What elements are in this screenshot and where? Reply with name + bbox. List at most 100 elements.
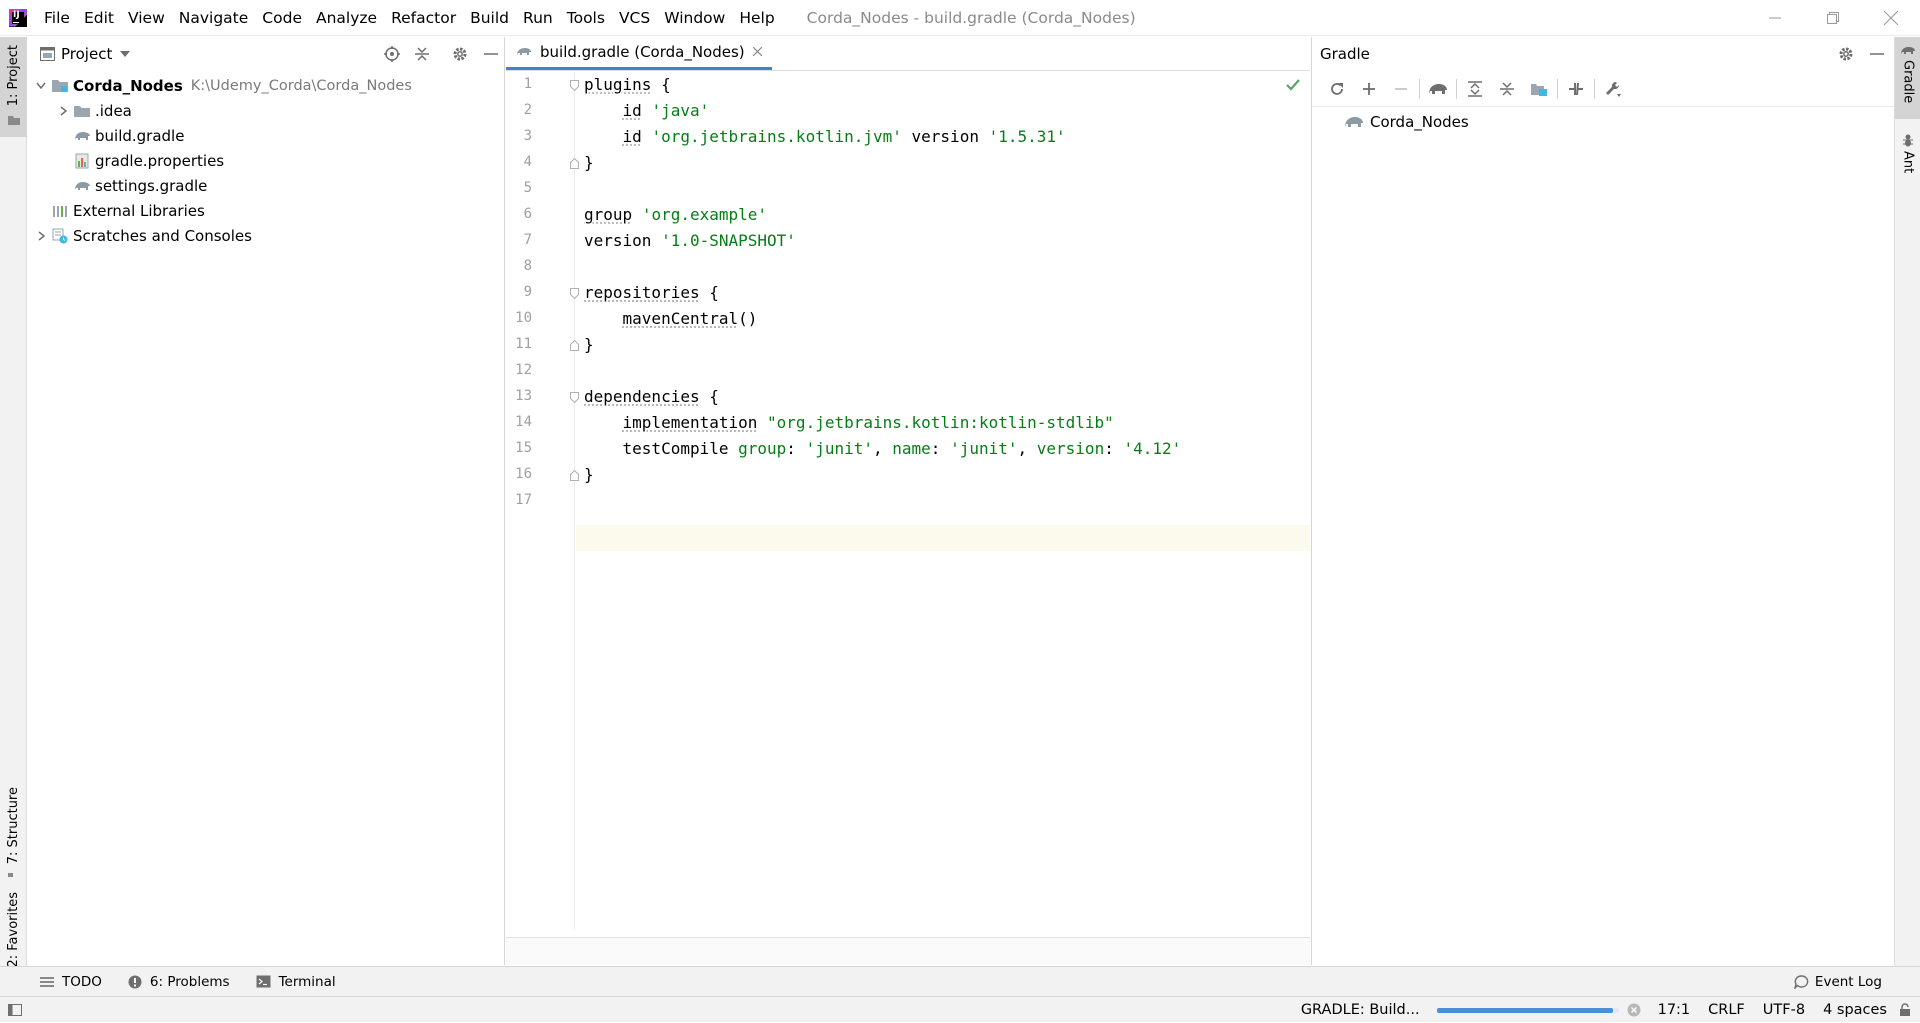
menu-file[interactable]: File (37, 0, 77, 36)
window-title: Corda_Nodes - build.gradle (Corda_Nodes) (806, 8, 1136, 27)
line-number: 5 (523, 180, 532, 196)
fold-marker-icon[interactable] (570, 392, 579, 403)
line-number: 2 (523, 102, 532, 118)
intellij-logo-icon: IJ (9, 8, 27, 27)
line-number: 3 (523, 128, 532, 144)
remove-gradle-project-button[interactable] (1385, 75, 1417, 103)
tool-tab-favorites-label: 2: Favorites (6, 892, 21, 968)
close-window-button[interactable] (1862, 0, 1920, 36)
line-number: 6 (523, 206, 532, 222)
status-bar: GRADLE: Build... 17:1 CRLF UTF-8 4 space… (0, 996, 1920, 1022)
ant-icon (1903, 134, 1913, 147)
tool-tab-ant[interactable]: Ant (1895, 129, 1920, 199)
tool-tab-project[interactable]: 1: Project (0, 37, 27, 137)
menu-help[interactable]: Help (732, 0, 781, 36)
caret-position[interactable]: 17:1 (1649, 1002, 1700, 1018)
tool-tab-event-log[interactable]: Event Log (1793, 967, 1882, 997)
fold-marker-icon[interactable] (570, 158, 579, 169)
indent-widget[interactable]: 4 spaces (1814, 1002, 1896, 1018)
progress-fill (1436, 1007, 1614, 1013)
code-line-10: mavenCentral() (622, 309, 758, 328)
scratches-icon (50, 223, 70, 248)
fold-marker-icon[interactable] (570, 470, 579, 481)
close-tab-icon[interactable] (752, 47, 762, 56)
menu-analyze[interactable]: Analyze (309, 0, 384, 36)
gear-icon[interactable] (452, 46, 470, 62)
menu-vcs[interactable]: VCS (612, 0, 657, 36)
collapse-all-icon (1500, 81, 1514, 96)
gear-icon[interactable] (1838, 46, 1856, 62)
editor-gutter: 1 2 3 4 5 6 7 8 9 10 11 12 13 14 15 16 1… (506, 72, 579, 930)
toggle-tool-windows-icon[interactable] (8, 1003, 22, 1016)
hide-panel-icon[interactable] (1870, 46, 1884, 62)
reload-gradle-button[interactable] (1321, 75, 1353, 103)
lock-icon[interactable] (1898, 1003, 1912, 1017)
toolbar-separator (1557, 78, 1558, 99)
fold-marker-icon[interactable] (570, 80, 579, 91)
expand-all-button[interactable] (1459, 75, 1491, 103)
project-view-selector[interactable]: Project (61, 45, 112, 63)
execute-gradle-task-button[interactable] (1422, 75, 1454, 103)
menu-tools[interactable]: Tools (560, 0, 612, 36)
tool-tab-ant-label: Ant (1900, 151, 1916, 174)
tree-row-settings-gradle[interactable]: settings.gradle (28, 173, 504, 198)
status-bar-widgets: GRADLE: Build... 17:1 CRLF UTF-8 4 space… (1292, 997, 1920, 1023)
build-tool-settings-button[interactable] (1597, 75, 1629, 103)
toggle-offline-mode-button[interactable] (1560, 75, 1592, 103)
chevron-down-icon[interactable] (120, 51, 131, 57)
code-line-1: plugins { (584, 75, 671, 94)
tree-row-idea[interactable]: .idea (28, 98, 504, 123)
collapse-all-icon[interactable] (414, 46, 430, 62)
hide-panel-icon[interactable] (484, 46, 498, 62)
menu-run[interactable]: Run (516, 0, 560, 36)
group-modules-icon (1531, 83, 1547, 96)
refresh-icon (1331, 82, 1343, 95)
tool-tab-structure[interactable]: 7: Structure (0, 747, 27, 877)
tool-tab-terminal[interactable]: Terminal (256, 974, 336, 990)
restore-button[interactable] (1804, 0, 1862, 36)
minimize-button[interactable] (1746, 0, 1804, 36)
expand-all-icon (1468, 80, 1482, 97)
tree-label-settings-gradle: settings.gradle (95, 176, 208, 195)
no-problems-check-icon[interactable] (1286, 79, 1300, 91)
menu-edit[interactable]: Edit (77, 0, 121, 36)
code-line-7: version '1.0-SNAPSHOT' (584, 231, 796, 250)
collapse-all-button[interactable] (1491, 75, 1523, 103)
window-controls (1746, 0, 1920, 36)
locate-file-icon[interactable] (384, 46, 400, 62)
title-bar: IJ File Edit View Navigate Code Analyze … (0, 0, 1920, 36)
tree-row-gradle-properties[interactable]: gradle.properties (28, 148, 504, 173)
tree-row-root[interactable]: Corda_Nodes K:\Udemy_Corda\Corda_Nodes (28, 73, 504, 98)
tab-build-gradle[interactable]: build.gradle (Corda_Nodes) (506, 36, 772, 70)
fold-marker-icon[interactable] (570, 288, 579, 299)
background-task-label[interactable]: GRADLE: Build... (1292, 1002, 1429, 1018)
code-area[interactable]: plugins { id 'java' id 'org.jetbrains.ko… (584, 72, 1310, 930)
menu-code[interactable]: Code (255, 0, 309, 36)
line-separator-widget[interactable]: CRLF (1699, 1002, 1754, 1018)
add-gradle-project-button[interactable] (1353, 75, 1385, 103)
menu-build[interactable]: Build (463, 0, 516, 36)
line-number: 13 (515, 388, 532, 404)
tree-row-external-libraries[interactable]: External Libraries (28, 198, 504, 223)
tree-row-build-gradle[interactable]: build.gradle (28, 123, 504, 148)
menu-window[interactable]: Window (657, 0, 732, 36)
tool-tab-todo[interactable]: TODO (40, 974, 102, 990)
tree-row-scratches[interactable]: Scratches and Consoles (28, 223, 504, 248)
chevron-right-icon[interactable] (32, 223, 50, 248)
gradle-tree-root[interactable]: Corda_Nodes (1312, 107, 1894, 137)
tool-tab-gradle[interactable]: Gradle (1895, 37, 1920, 119)
fold-marker-icon[interactable] (570, 340, 579, 351)
menu-refactor[interactable]: Refactor (384, 0, 463, 36)
gradle-root-label: Corda_Nodes (1370, 113, 1469, 131)
chevron-down-icon[interactable] (32, 73, 50, 98)
cancel-task-icon[interactable] (1627, 1003, 1641, 1017)
encoding-widget[interactable]: UTF-8 (1754, 1002, 1814, 1018)
toolbar-separator (1419, 78, 1420, 99)
menu-navigate[interactable]: Navigate (172, 0, 256, 36)
chevron-right-icon[interactable] (54, 98, 72, 123)
tool-tab-problems[interactable]: 6: Problems (128, 974, 230, 990)
menu-view[interactable]: View (121, 0, 172, 36)
gradle-elephant-icon (517, 48, 531, 55)
group-modules-button[interactable] (1523, 75, 1555, 103)
tool-tab-event-log-label: Event Log (1814, 974, 1882, 990)
